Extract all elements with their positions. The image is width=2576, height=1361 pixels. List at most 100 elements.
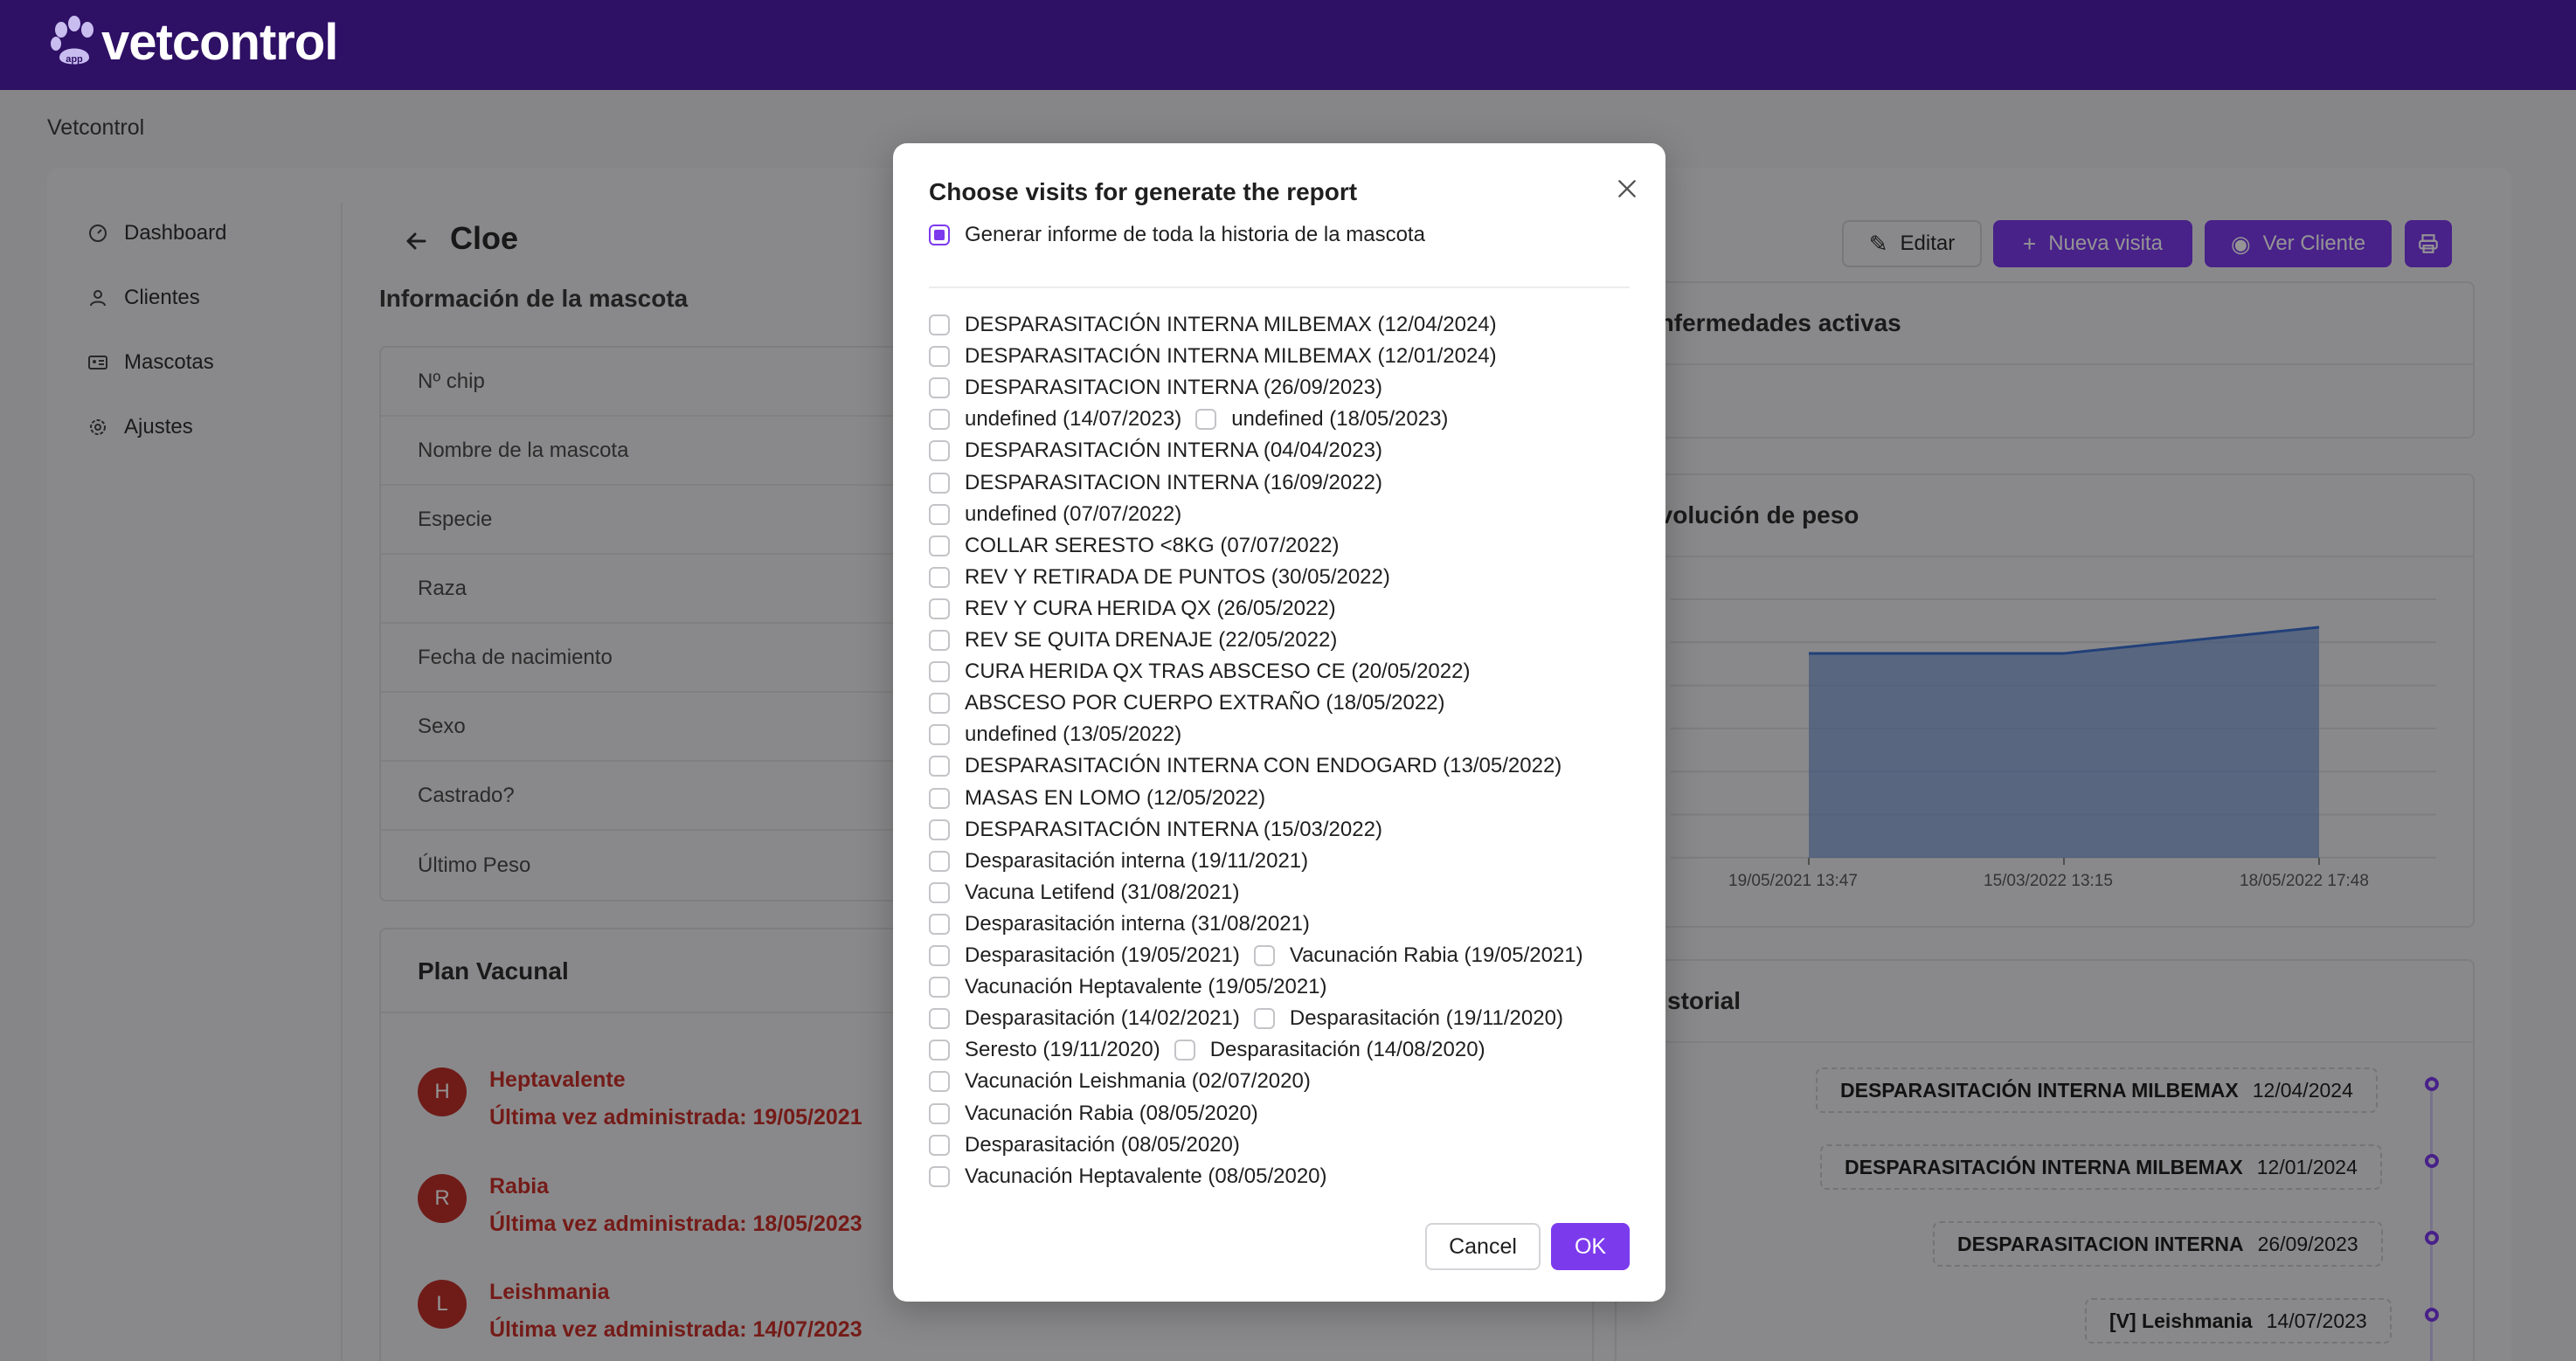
visit-row: Desparasitación (08/05/2020) bbox=[929, 1130, 1240, 1161]
visit-checkbox[interactable] bbox=[929, 1040, 950, 1061]
close-icon bbox=[1618, 180, 1636, 197]
visit-checkbox[interactable] bbox=[929, 1008, 950, 1030]
visit-row: Vacuna Letifend (31/08/2021) bbox=[929, 877, 1239, 908]
visit-checkbox[interactable] bbox=[929, 377, 950, 399]
visit-row: DESPARASITACIÓN INTERNA (04/04/2023) bbox=[929, 435, 1382, 466]
visit-checkbox[interactable] bbox=[929, 630, 950, 651]
visit-label: COLLAR SERESTO <8KG (07/07/2022) bbox=[965, 533, 1340, 557]
visit-checkbox[interactable] bbox=[929, 819, 950, 840]
visit-checkbox[interactable] bbox=[929, 535, 950, 556]
visit-checkbox[interactable] bbox=[929, 1071, 950, 1093]
visit-label: undefined (07/07/2022) bbox=[965, 501, 1182, 526]
visit-row: REV Y CURA HERIDA QX (26/05/2022) bbox=[929, 593, 1336, 625]
visit-label: DESPARASITACIÓN INTERNA (04/04/2023) bbox=[965, 439, 1382, 463]
visit-checkbox[interactable] bbox=[929, 472, 950, 494]
visit-checkbox[interactable] bbox=[929, 440, 950, 462]
visit-label: REV SE QUITA DRENAJE (22/05/2022) bbox=[965, 628, 1338, 652]
visit-checkbox[interactable] bbox=[1253, 1008, 1275, 1030]
all-history-option[interactable]: Generar informe de toda la historia de l… bbox=[929, 219, 1425, 251]
visit-label: Vacunación Heptavalente (08/05/2020) bbox=[965, 1164, 1327, 1188]
visit-checkbox[interactable] bbox=[929, 346, 950, 368]
visit-label: undefined (18/05/2023) bbox=[1231, 407, 1449, 432]
visit-label: Vacuna Letifend (31/08/2021) bbox=[965, 880, 1240, 904]
visit-checkbox[interactable] bbox=[929, 945, 950, 966]
visit-row: Vacunación Leishmania (02/07/2020) bbox=[929, 1066, 1311, 1097]
visit-label: Desparasitación (08/05/2020) bbox=[965, 1132, 1240, 1157]
visit-row: CURA HERIDA QX TRAS ABSCESO CE (20/05/20… bbox=[929, 656, 1470, 687]
close-button[interactable] bbox=[1610, 171, 1645, 206]
paw-icon: app bbox=[51, 16, 93, 65]
visit-row: Desparasitación interna (19/11/2021) bbox=[929, 846, 1308, 877]
visit-label: DESPARASITACION INTERNA (26/09/2023) bbox=[965, 376, 1382, 400]
visit-label: Vacunación Rabia (19/05/2021) bbox=[1289, 943, 1583, 967]
modal-title: Choose visits for generate the report bbox=[929, 178, 1358, 205]
visit-row: DESPARASITACIÓN INTERNA MILBEMAX (12/04/… bbox=[929, 309, 1497, 341]
divider bbox=[929, 287, 1630, 288]
visit-label: Desparasitación (19/11/2020) bbox=[1289, 1006, 1563, 1031]
visit-row: DESPARASITACIÓN INTERNA CON ENDOGARD (13… bbox=[929, 750, 1562, 782]
visit-row: COLLAR SERESTO <8KG (07/07/2022) bbox=[929, 530, 1339, 562]
visit-label: Vacunación Heptavalente (19/05/2021) bbox=[965, 975, 1327, 999]
visit-row: Vacunación Heptavalente (19/05/2021) bbox=[929, 971, 1327, 1003]
visit-checkbox[interactable] bbox=[929, 314, 950, 335]
visit-label: DESPARASITACIÓN INTERNA MILBEMAX (12/04/… bbox=[965, 313, 1497, 336]
visit-checkbox[interactable] bbox=[929, 566, 950, 588]
visit-row: DESPARASITACIÓN INTERNA (15/03/2022) bbox=[929, 814, 1382, 846]
visit-row: MASAS EN LOMO (12/05/2022) bbox=[929, 783, 1265, 814]
visit-checkbox[interactable] bbox=[929, 1165, 950, 1187]
visit-row: undefined (07/07/2022) bbox=[929, 499, 1181, 530]
visit-label: REV Y RETIRADA DE PUNTOS (30/05/2022) bbox=[965, 564, 1390, 589]
visit-label: undefined (14/07/2023) bbox=[965, 407, 1182, 432]
visit-label: Desparasitación (19/05/2021) bbox=[965, 943, 1240, 967]
ok-button[interactable]: OK bbox=[1551, 1223, 1630, 1270]
visit-checkbox[interactable] bbox=[929, 1102, 950, 1124]
visit-checkbox[interactable] bbox=[929, 693, 950, 715]
visit-label: MASAS EN LOMO (12/05/2022) bbox=[965, 785, 1266, 810]
visit-checkbox[interactable] bbox=[929, 881, 950, 903]
visit-checkbox[interactable] bbox=[929, 850, 950, 872]
visit-checkbox[interactable] bbox=[929, 409, 950, 431]
app-name: vetcontrol bbox=[101, 14, 338, 71]
visit-row: REV Y RETIRADA DE PUNTOS (30/05/2022) bbox=[929, 562, 1390, 593]
visit-checkbox[interactable] bbox=[929, 756, 950, 777]
visit-checkbox[interactable] bbox=[929, 913, 950, 935]
visit-row: DESPARASITACION INTERNA (16/09/2022) bbox=[929, 467, 1382, 499]
visit-label: CURA HERIDA QX TRAS ABSCESO CE (20/05/20… bbox=[965, 660, 1471, 684]
visit-checkbox[interactable] bbox=[929, 661, 950, 683]
visit-label: Vacunación Leishmania (02/07/2020) bbox=[965, 1069, 1311, 1094]
visit-checkbox[interactable] bbox=[929, 598, 950, 619]
visit-label: DESPARASITACION INTERNA (16/09/2022) bbox=[965, 470, 1382, 494]
visit-label: REV Y CURA HERIDA QX (26/05/2022) bbox=[965, 596, 1336, 620]
all-history-checkbox[interactable] bbox=[929, 225, 950, 245]
visit-checkbox[interactable] bbox=[929, 724, 950, 746]
visit-checkbox[interactable] bbox=[929, 503, 950, 525]
visit-label: DESPARASITACIÓN INTERNA MILBEMAX (12/01/… bbox=[965, 344, 1497, 369]
visit-label: DESPARASITACIÓN INTERNA CON ENDOGARD (13… bbox=[965, 754, 1562, 778]
visit-label: Desparasitación (14/02/2021) bbox=[965, 1006, 1240, 1031]
visit-row: REV SE QUITA DRENAJE (22/05/2022) bbox=[929, 625, 1337, 656]
visit-row: undefined (14/07/2023) undefined (18/05/2… bbox=[929, 404, 1448, 435]
visit-label: undefined (13/05/2022) bbox=[965, 722, 1182, 747]
visit-row: Desparasitación (14/02/2021) Desparasitac… bbox=[929, 1003, 1563, 1034]
visit-checkbox[interactable] bbox=[1253, 945, 1275, 966]
cancel-button[interactable]: Cancel bbox=[1425, 1223, 1541, 1270]
report-visits-modal: Choose visits for generate the report Ge… bbox=[893, 143, 1665, 1302]
visit-checkbox[interactable] bbox=[929, 977, 950, 998]
visit-label: Seresto (19/11/2020) bbox=[965, 1038, 1160, 1062]
visit-row: Vacunación Rabia (08/05/2020) bbox=[929, 1098, 1258, 1130]
visit-checkbox[interactable] bbox=[929, 787, 950, 809]
visit-checkbox[interactable] bbox=[1195, 409, 1217, 431]
visit-label: ABSCESO POR CUERPO EXTRAÑO (18/05/2022) bbox=[965, 691, 1445, 715]
visit-row: DESPARASITACION INTERNA (26/09/2023) bbox=[929, 372, 1382, 404]
top-bar: app vetcontrol bbox=[0, 0, 2576, 90]
visit-row: Seresto (19/11/2020) Desparasitación (14/… bbox=[929, 1034, 1485, 1066]
visit-row: Vacunación Heptavalente (08/05/2020) bbox=[929, 1161, 1327, 1192]
visit-checkbox[interactable] bbox=[929, 1134, 950, 1156]
app-logo[interactable]: app vetcontrol bbox=[47, 12, 338, 73]
visit-label: Desparasitación (14/08/2020) bbox=[1209, 1038, 1485, 1062]
visit-row: Desparasitación (19/05/2021) Vacunación R… bbox=[929, 940, 1583, 971]
visit-checkbox[interactable] bbox=[1174, 1040, 1195, 1061]
visit-row: ABSCESO POR CUERPO EXTRAÑO (18/05/2022) bbox=[929, 687, 1445, 719]
visit-label: DESPARASITACIÓN INTERNA (15/03/2022) bbox=[965, 817, 1382, 841]
all-history-label: Generar informe de toda la historia de l… bbox=[965, 223, 1425, 246]
